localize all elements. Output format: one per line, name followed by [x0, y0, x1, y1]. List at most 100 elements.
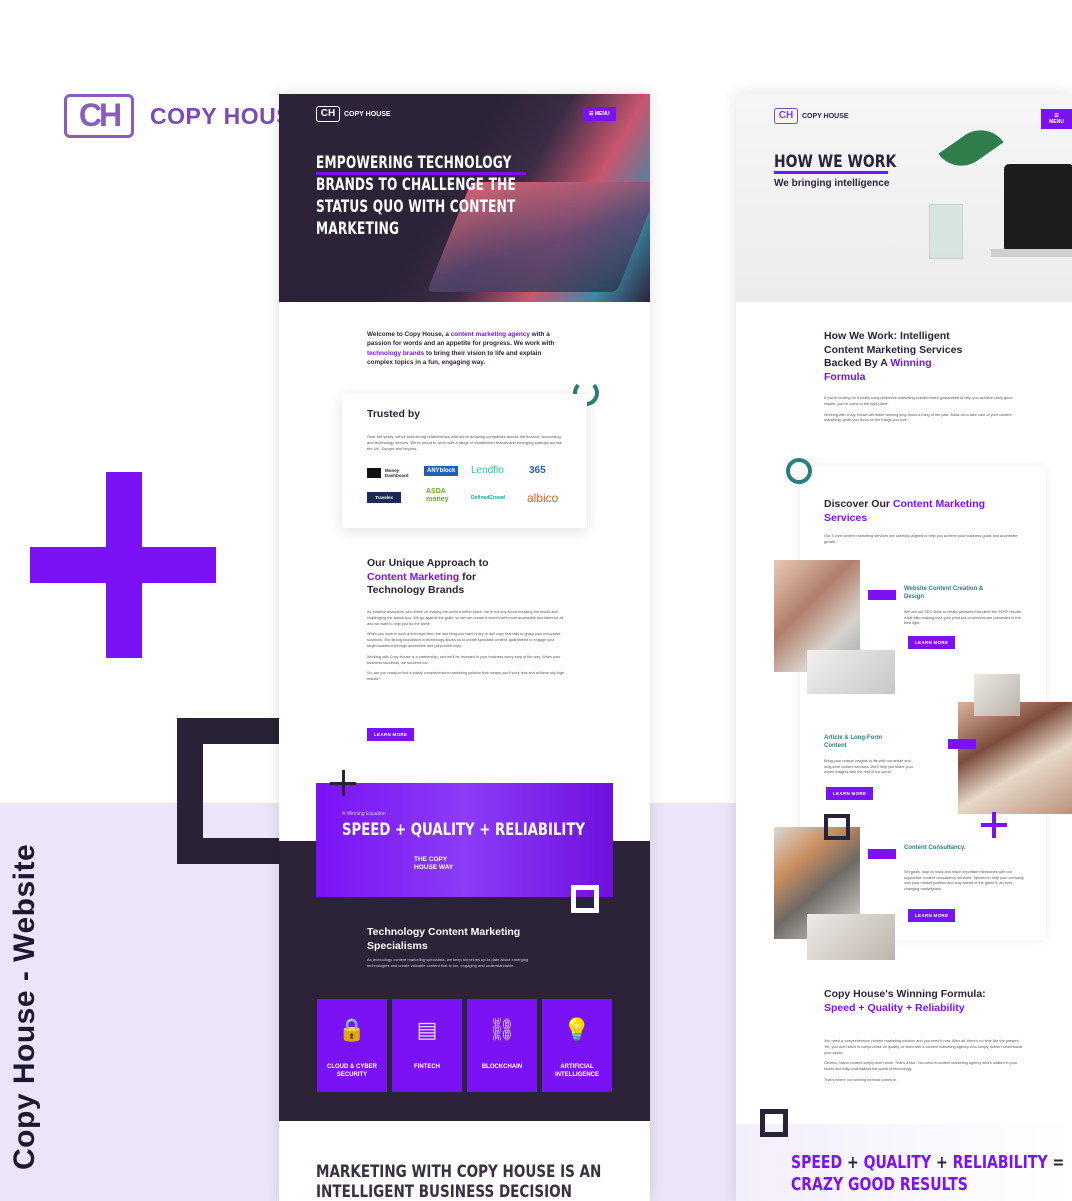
service-text: Set goals, stay on track and reach impor… — [904, 870, 1024, 891]
tile-label: BLOCKCHAIN — [481, 1064, 523, 1070]
banner-copy-house-way: THE COPY HOUSE WAY — [414, 856, 454, 871]
logo-365: 365 — [529, 465, 546, 476]
decor-dark-square — [824, 814, 850, 840]
plant-leaf-image — [938, 119, 1004, 177]
how-paragraph: Working with Copy House will make winnin… — [824, 412, 1012, 423]
link-technology-brands[interactable]: technology brands — [367, 350, 424, 357]
approach-heading: Our Unique Approach to Content Marketing … — [367, 557, 557, 598]
home-menu-button[interactable]: ☰ MENU — [583, 107, 616, 121]
tile-fintech[interactable]: ▤ FINTECH — [392, 999, 462, 1092]
lightbulb-icon: 💡 — [563, 1017, 591, 1042]
showcase-caption: Copy House - Website — [8, 843, 41, 1170]
approach-learn-more-button[interactable]: LEARN MORE — [367, 728, 415, 741]
formula-result: CRAZY GOOD RESULTS — [791, 1175, 968, 1195]
banner-kicker: A Winning Equation — [342, 811, 386, 817]
home-nav-logo[interactable]: CH COPY HOUSE — [316, 106, 391, 122]
photo-notes — [974, 674, 1020, 716]
how-intro: If you're looking for a totally comprehe… — [824, 396, 1024, 424]
logo-definedcrowd: DefinedCrowd — [471, 495, 505, 501]
how-subtitle: We bringing intelligence — [774, 178, 890, 189]
tile-label: ARTIFICIAL INTELLIGENCE — [554, 1064, 599, 1078]
link-icon: ⛓ — [488, 1017, 516, 1042]
lock-icon: 🔒 — [338, 1017, 366, 1042]
laptop-base — [991, 249, 1072, 257]
link-content-marketing-agency[interactable]: content marketing agency — [451, 331, 530, 338]
decor-dark-square — [760, 1109, 788, 1137]
approach-heading-3: for — [459, 570, 477, 583]
approach-body: As 'positive disruptors' who thrive on m… — [367, 610, 565, 683]
tile-cloud-cyber-security[interactable]: 🔒 CLOUD & CYBER SECURITY — [317, 999, 387, 1092]
discover-heading: Discover Our Content Marketing Services — [824, 498, 994, 525]
approach-paragraph: As 'positive disruptors' who thrive on m… — [367, 610, 564, 626]
photo-notebook-writing — [807, 914, 895, 960]
logo-asda-money: ASDA money — [426, 488, 449, 503]
how-footer-formula: SPEED + QUALITY + RELIABILITY = CRAZY GOO… — [791, 1153, 1065, 1195]
trusted-text: Over the years, we've built strong relat… — [367, 434, 562, 451]
how-nav-logo[interactable]: CH COPY HOUSE — [774, 108, 849, 124]
tile-label: FINTECH — [414, 1064, 440, 1070]
home-nav-logo-text: COPY HOUSE — [344, 110, 391, 118]
decor-white-square — [571, 885, 599, 913]
winning-paragraph: Generic, bland content simply won't work… — [824, 1061, 1018, 1072]
decor-purple-bar — [948, 739, 976, 749]
tile-artificial-intelligence[interactable]: 💡 ARTIFICIAL INTELLIGENCE — [542, 999, 612, 1092]
homepage-mockup: CH COPY HOUSE ☰ MENU EMPOWERING TECHNOLOG… — [279, 94, 650, 1201]
decor-small-plus-h — [330, 782, 356, 785]
service-learn-more-button[interactable]: LEARN MORE — [908, 909, 956, 922]
approach-paragraph: So, are you ready to find a totally comp… — [367, 671, 565, 682]
tile-label: CLOUD & CYBER SECURITY — [326, 1064, 377, 1078]
decor-purple-bar — [868, 849, 896, 859]
glass-vase-image — [929, 204, 963, 259]
tech-text: As technology content marketing speciali… — [367, 957, 529, 968]
decor-purple-bar — [868, 590, 896, 600]
intro-text-1: Welcome to Copy House, a — [367, 331, 451, 338]
home-hero-title: EMPOWERING TECHNOLOGY BRANDS TO CHALLENG… — [316, 153, 516, 238]
discover-heading-1: Discover Our — [824, 498, 893, 510]
service-text: We use our SEO skills to create websites… — [904, 610, 1022, 626]
winning-paragraph: You need a comprehensive content marketi… — [824, 1039, 1022, 1055]
service-title: Website Content Creation & Design — [904, 586, 984, 600]
winning-heading-1: Copy House's Winning Formula: — [824, 988, 986, 1000]
winning-equation-banner: A Winning Equation SPEED + QUALITY + REL… — [316, 783, 613, 897]
tile-blockchain[interactable]: ⛓ BLOCKCHAIN — [467, 999, 537, 1092]
logo-money-dashboard: Money Dashboard — [367, 468, 417, 478]
home-footer-title: MARKETING WITH COPY HOUSE IS AN INTELLIG… — [316, 1162, 602, 1201]
how-menu-button[interactable]: ☰ MENU — [1041, 109, 1072, 129]
approach-paragraph: Working with Copy House is a partnership… — [367, 654, 561, 665]
trusted-card: Trusted by Over the years, we've built s… — [342, 394, 587, 528]
home-nav-logo-mark: CH — [316, 106, 340, 122]
approach-heading-2: Content Marketing — [367, 570, 460, 583]
logo-lendflo: Lendflo — [471, 465, 504, 476]
approach-heading-4: Technology Brands — [367, 584, 465, 597]
how-nav-logo-mark: CH — [774, 108, 798, 124]
winning-heading: Copy House's Winning Formula: Speed + Qu… — [824, 988, 994, 1015]
logo-travelex: Travelex — [367, 492, 402, 503]
how-title: HOW WE WORK — [774, 152, 897, 172]
laptop-image — [1004, 164, 1072, 252]
how-heading: How We Work: Intelligent Content Marketi… — [824, 330, 974, 384]
formula-speed: SPEED — [791, 1153, 843, 1173]
trusted-title: Trusted by — [367, 408, 421, 420]
banner-headline: SPEED + QUALITY + RELIABILITY — [342, 820, 585, 840]
tech-heading: Technology Content Marketing Specialisms — [367, 926, 521, 952]
winning-body: You need a comprehensive content marketi… — [824, 1039, 1024, 1084]
logo-anyblock: ANYblock — [424, 466, 459, 476]
how-paragraph: If you're looking for a totally comprehe… — [824, 396, 1013, 406]
decor-teal-ring — [786, 458, 812, 484]
logo-albico: albico — [527, 491, 559, 505]
photo-laptop-notebook — [807, 650, 895, 694]
formula-quality: QUALITY — [863, 1153, 932, 1173]
winning-paragraph: That's where our winning formula comes i… — [824, 1077, 898, 1082]
how-nav-logo-text: COPY HOUSE — [802, 112, 849, 120]
decor-plus-horizontal — [30, 547, 216, 583]
service-learn-more-button[interactable]: LEARN MORE — [908, 636, 956, 649]
formula-reliability: RELIABILITY — [952, 1153, 1048, 1173]
service-title: Article & Long-Form Content — [824, 735, 882, 749]
service-text: Bring your unique insights to life with … — [824, 759, 914, 775]
approach-paragraph: When you work in such a technical field,… — [367, 632, 561, 648]
how-we-work-mockup: CH COPY HOUSE ☰ MENU HOW WE WORK We bring… — [736, 94, 1072, 1201]
decor-plus-h — [981, 823, 1007, 827]
how-hero: CH COPY HOUSE ☰ MENU HOW WE WORK We bring… — [736, 94, 1072, 302]
brand-logo-mark: CH — [64, 94, 134, 138]
service-learn-more-button[interactable]: LEARN MORE — [826, 787, 874, 800]
